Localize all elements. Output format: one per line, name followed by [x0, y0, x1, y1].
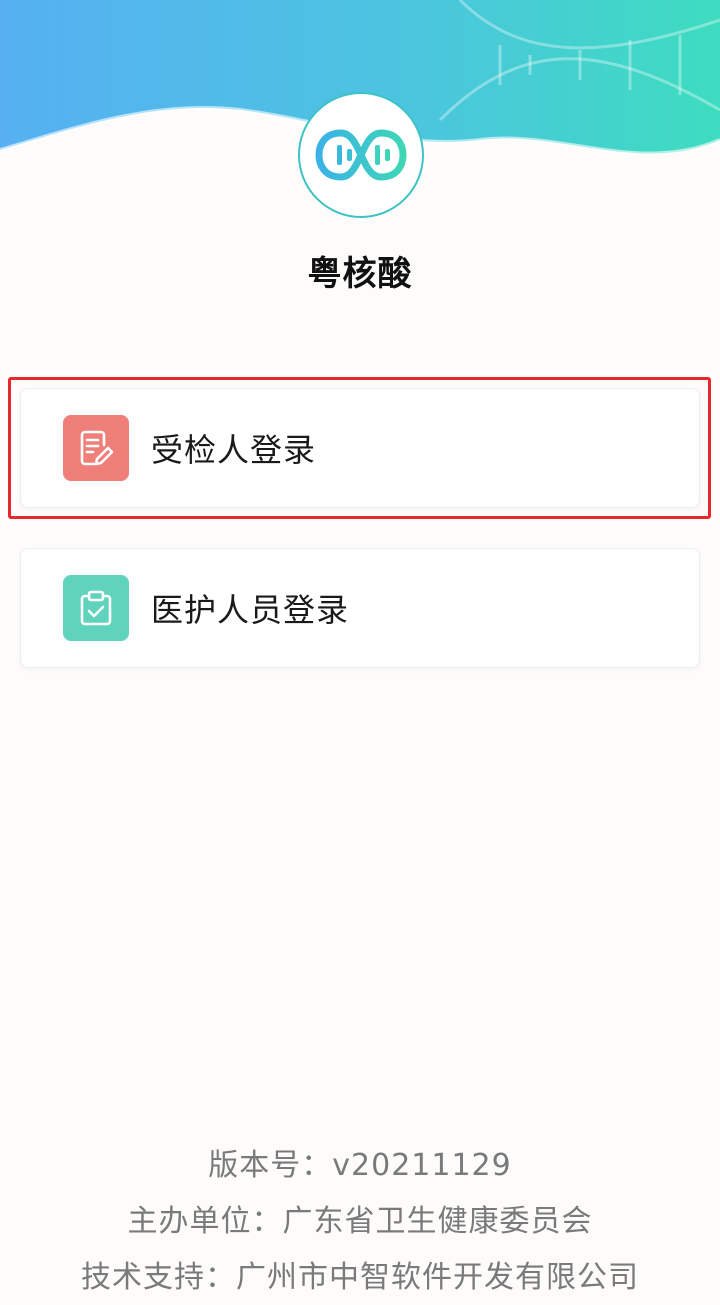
dna-logo-icon: [315, 129, 407, 181]
version-text: 版本号：v20211129: [208, 1148, 512, 1183]
organizer-text: 主办单位：广东省卫生健康委员会: [127, 1204, 593, 1239]
app-logo: [298, 92, 424, 218]
medical-staff-login-label: 医护人员登录: [151, 591, 350, 629]
clipboard-check-icon: [63, 575, 129, 641]
app-title: 粤核酸: [307, 254, 413, 294]
tech-support-text: 技术支持：广州市中智软件开发有限公司: [81, 1260, 639, 1295]
patient-login-label: 受检人登录: [151, 431, 317, 469]
patient-login-button[interactable]: 受检人登录: [20, 388, 700, 508]
medical-staff-login-button[interactable]: 医护人员登录: [20, 548, 700, 668]
edit-document-icon: [63, 415, 129, 481]
